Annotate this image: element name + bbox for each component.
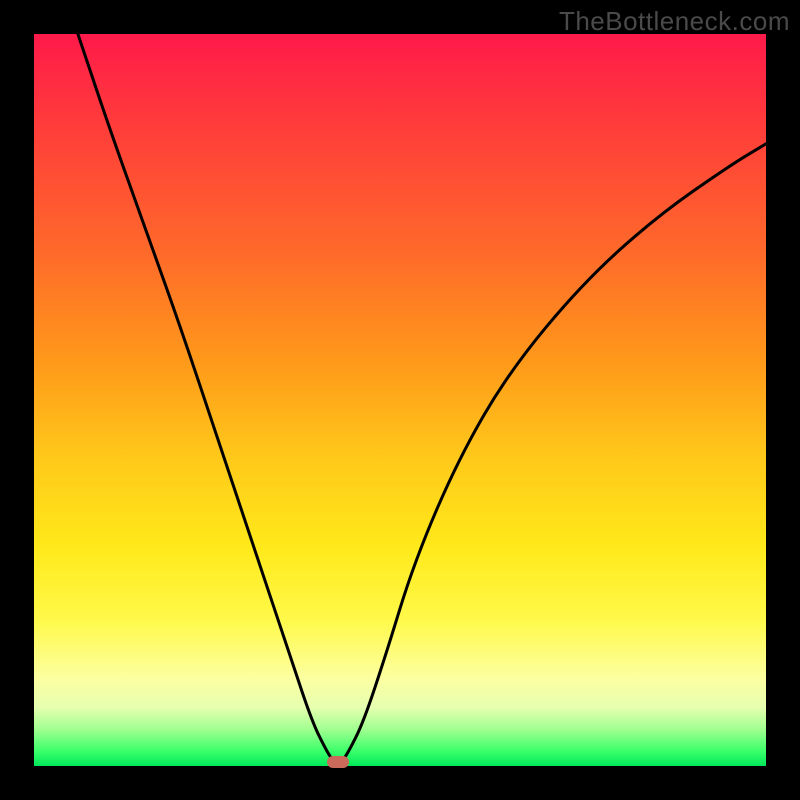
chart-frame: TheBottleneck.com <box>0 0 800 800</box>
minimum-point-marker <box>327 756 349 768</box>
watermark-text: TheBottleneck.com <box>559 6 790 37</box>
bottleneck-curve <box>34 34 766 766</box>
